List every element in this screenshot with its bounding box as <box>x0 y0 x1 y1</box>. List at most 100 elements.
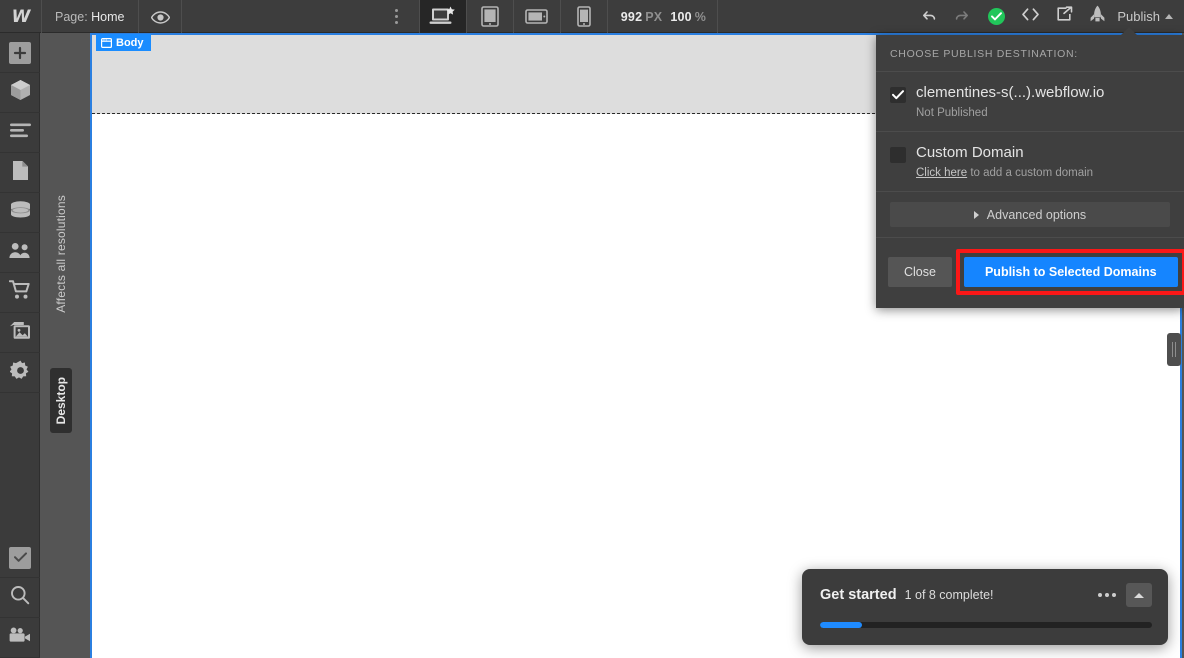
undo-icon <box>920 7 937 27</box>
current-breakpoint-badge[interactable]: Desktop <box>50 368 72 434</box>
mobile-portrait-icon <box>576 6 591 27</box>
database-icon <box>10 200 31 225</box>
publish-panel-heading: CHOOSE PUBLISH DESTINATION: <box>876 35 1184 72</box>
advanced-options-label: Advanced options <box>986 207 1087 222</box>
sidebar-item-audit[interactable] <box>0 538 40 578</box>
publish-rocket-button[interactable] <box>1081 0 1113 33</box>
triangle-right-icon <box>973 210 979 219</box>
publish-to-selected-domains-button[interactable]: Publish to Selected Domains <box>963 257 1178 287</box>
canvas-size-display[interactable]: 992 PX 100% <box>608 0 717 33</box>
sidebar-item-navigator[interactable] <box>0 113 40 153</box>
sidebar-item-video-tutorials[interactable] <box>0 618 40 658</box>
magnifier-icon <box>10 585 30 610</box>
body-element-label: Body <box>116 36 144 49</box>
destination-status-label: Not Published <box>916 107 988 119</box>
sidebar-item-components[interactable] <box>0 73 40 113</box>
publish-destination-custom-domain[interactable]: Custom Domain Click here to add a custom… <box>876 132 1184 192</box>
canvas-width-unit: PX <box>645 9 663 24</box>
export-share-icon <box>1055 6 1073 27</box>
custom-domain-hint: Click here to add a custom domain <box>916 167 1093 179</box>
publish-button-highlight: Publish to Selected Domains <box>955 249 1184 295</box>
zoom-level-value: 100 <box>670 9 692 24</box>
ellipsis-icon <box>1098 593 1102 597</box>
gear-icon <box>9 360 31 386</box>
sidebar-item-ecommerce[interactable] <box>0 273 40 313</box>
webflow-logo[interactable]: W <box>0 0 41 33</box>
breakpoint-desktop-button[interactable] <box>419 0 466 33</box>
sidebar-item-search[interactable] <box>0 578 40 618</box>
canvas-width-value: 992 <box>620 9 643 24</box>
get-started-progress-text: 1 of 8 complete! <box>904 588 994 602</box>
sidebar-item-users[interactable] <box>0 233 40 273</box>
publish-destination-webflow-io[interactable]: clementines-s(...).webflow.io Not Publis… <box>876 72 1184 132</box>
zoom-unit: % <box>694 9 707 24</box>
sidebar-item-add-elements[interactable] <box>0 33 40 73</box>
get-started-header: Get started 1 of 8 complete! <box>820 583 1152 607</box>
checkbox-check-icon <box>9 546 31 569</box>
chevron-up-icon <box>1165 14 1174 19</box>
advanced-options-row: Advanced options <box>876 192 1184 238</box>
canvas-resize-handle[interactable] <box>1167 333 1181 366</box>
get-started-more-button[interactable] <box>1098 593 1116 597</box>
publish-label: Publish <box>1117 9 1161 24</box>
more-options-button[interactable] <box>375 0 419 33</box>
destination-checkbox-unchecked[interactable] <box>890 147 906 163</box>
window-element-icon <box>101 37 112 48</box>
code-view-button[interactable] <box>1013 0 1047 33</box>
sidebar-bottom-group <box>0 538 40 658</box>
page-document-icon <box>12 160 29 186</box>
custom-domain-hint-suffix: to add a custom domain <box>967 167 1094 179</box>
desktop-star-icon <box>429 6 456 27</box>
body-element-badge[interactable]: Body <box>96 34 151 51</box>
custom-domain-label: Custom Domain <box>916 144 1024 161</box>
get-started-progress-track <box>820 622 1152 628</box>
export-button[interactable] <box>1047 0 1081 33</box>
chevron-up-icon <box>1134 592 1144 598</box>
get-started-collapse-button[interactable] <box>1126 583 1152 607</box>
advanced-options-button[interactable]: Advanced options <box>890 202 1170 227</box>
breakpoint-indicator-rail: Affects all resolutions Desktop <box>40 33 88 658</box>
breakpoint-tablet-button[interactable] <box>467 0 513 33</box>
breakpoint-mobile-portrait-button[interactable] <box>561 0 607 33</box>
add-custom-domain-link[interactable]: Click here <box>916 167 967 179</box>
panel-caret <box>1120 27 1138 36</box>
get-started-title: Get started <box>820 587 897 603</box>
destination-checkbox-checked[interactable] <box>890 87 906 103</box>
save-status-button[interactable] <box>979 0 1013 33</box>
lines-icon <box>9 123 31 143</box>
sidebar-item-assets[interactable] <box>0 313 40 353</box>
redo-icon <box>954 7 971 27</box>
undo-button[interactable] <box>911 0 945 33</box>
get-started-panel: Get started 1 of 8 complete! <box>802 569 1168 645</box>
more-options-icon <box>395 9 399 24</box>
sidebar-item-pages[interactable] <box>0 153 40 193</box>
page-selector[interactable]: Page: Home <box>42 0 138 33</box>
close-button[interactable]: Close <box>888 257 952 287</box>
sidebar-item-cms[interactable] <box>0 193 40 233</box>
page-name-label: Home <box>91 9 125 24</box>
cube-icon <box>10 79 31 106</box>
resize-grip-icon <box>1172 342 1173 357</box>
sidebar-item-settings[interactable] <box>0 353 40 393</box>
breakpoint-mobile-landscape-button[interactable] <box>514 0 560 33</box>
current-breakpoint-label: Desktop <box>54 377 68 425</box>
eye-icon <box>151 11 170 24</box>
checkmark-icon <box>892 90 904 100</box>
save-status-check-icon <box>987 8 1005 25</box>
get-started-progress-fill <box>820 622 862 628</box>
destination-domain-label: clementines-s(...).webflow.io <box>916 84 1105 101</box>
redo-button[interactable] <box>945 0 979 33</box>
shopping-cart-icon <box>8 280 31 305</box>
mobile-landscape-icon <box>525 8 549 25</box>
tablet-icon <box>480 6 499 27</box>
publish-panel-footer: Close Publish to Selected Domains <box>876 238 1184 308</box>
ellipsis-icon <box>1105 593 1109 597</box>
top-toolbar: W Page: Home 992 PX 100 % Publish <box>0 0 1184 33</box>
plus-icon <box>9 41 31 64</box>
code-brackets-icon <box>1021 7 1040 27</box>
rocket-icon <box>1089 5 1106 28</box>
preview-toggle-button[interactable] <box>139 0 181 33</box>
resize-grip-icon <box>1175 342 1176 357</box>
video-camera-icon <box>9 627 31 648</box>
